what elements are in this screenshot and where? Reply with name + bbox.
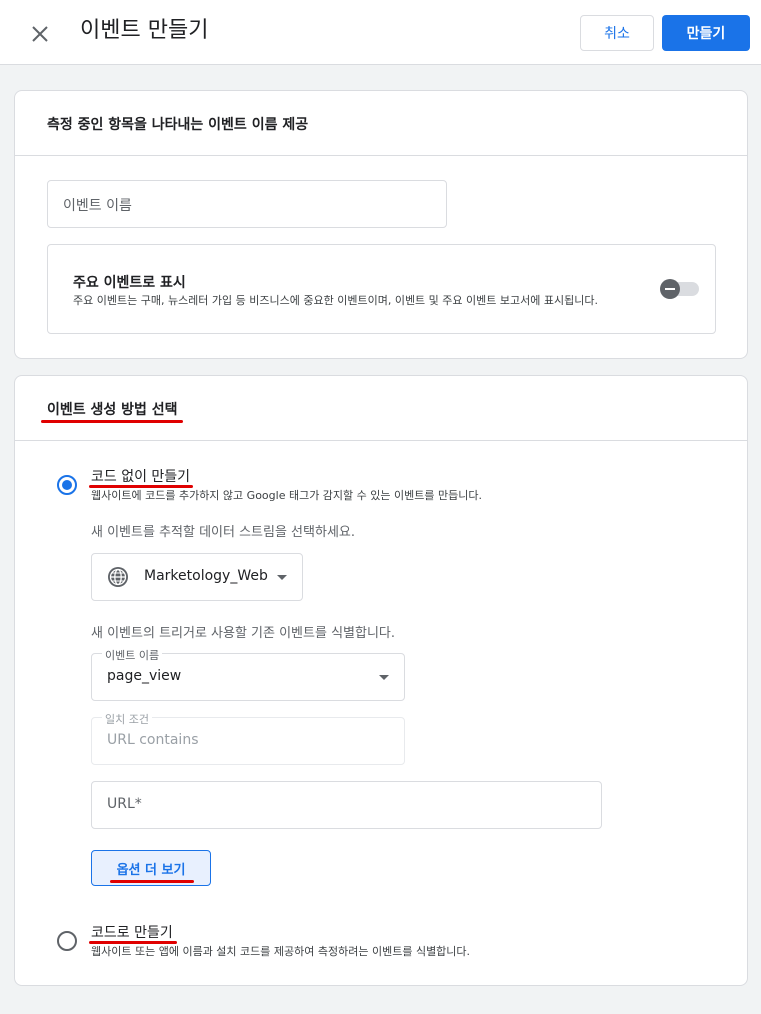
header: 이벤트 만들기 취소 만들기 [0,0,761,65]
event-name-select-label: 이벤트 이름 [102,647,163,663]
option-no-code-title[interactable]: 코드 없이 만들기 [91,466,190,486]
trigger-prompt: 새 이벤트의 트리거로 사용할 기존 이벤트를 식별합니다. [91,626,396,641]
option-code-description: 웹사이트 또는 앱에 이름과 설치 코드를 제공하여 측정하려는 이벤트를 식별… [91,945,471,958]
chevron-down-icon [379,675,389,680]
event-name-placeholder: 이벤트 이름 [63,198,132,214]
radio-code[interactable] [57,931,77,951]
match-condition-label: 일치 조건 [102,711,152,727]
annotation-underline [110,880,194,883]
key-event-box: 주요 이벤트로 표시 주요 이벤트는 구매, 뉴스레터 가입 등 비즈니스에 중… [47,244,716,334]
stream-select-value: Marketology_Web [144,568,268,584]
create-button[interactable]: 만들기 [662,15,750,51]
stream-select[interactable]: Marketology_Web [91,553,303,601]
option-code-title[interactable]: 코드로 만들기 [91,922,173,942]
event-name-input[interactable]: 이벤트 이름 [47,180,447,228]
match-condition-select: 일치 조건 URL contains [91,711,405,765]
globe-icon [108,567,128,587]
close-button[interactable] [22,16,58,52]
option-no-code-description: 웹사이트에 코드를 추가하지 않고 Google 태그가 감지할 수 있는 이벤… [91,489,482,502]
page-title: 이벤트 만들기 [80,18,209,43]
url-input[interactable]: URL* [91,781,602,829]
radio-no-code[interactable] [57,475,77,495]
event-name-select[interactable]: 이벤트 이름 page_view [91,647,405,701]
close-icon [32,26,48,42]
key-event-description: 주요 이벤트는 구매, 뉴스레터 가입 등 비즈니스에 중요한 이벤트이며, 이… [73,294,598,307]
key-event-title: 주요 이벤트로 표시 [73,275,186,291]
match-condition-value: URL contains [107,732,199,748]
creation-method-card: 이벤트 생성 방법 선택 코드 없이 만들기 웹사이트에 코드를 추가하지 않고… [14,375,748,986]
chevron-down-icon [277,575,287,580]
creation-method-card-title: 이벤트 생성 방법 선택 [47,402,178,418]
event-name-card-header: 측정 중인 항목을 나타내는 이벤트 이름 제공 [15,91,747,156]
event-name-select-value: page_view [107,668,182,684]
cancel-button[interactable]: 취소 [580,15,654,51]
url-placeholder: URL* [107,796,142,812]
creation-method-card-header: 이벤트 생성 방법 선택 [15,376,747,441]
event-name-card-title: 측정 중인 항목을 나타내는 이벤트 이름 제공 [47,117,309,133]
annotation-underline [41,420,183,423]
stream-prompt: 새 이벤트를 추적할 데이터 스트림을 선택하세요. [91,525,355,540]
toggle-thumb[interactable] [660,279,680,299]
event-name-card: 측정 중인 항목을 나타내는 이벤트 이름 제공 이벤트 이름 주요 이벤트로 … [14,90,748,359]
